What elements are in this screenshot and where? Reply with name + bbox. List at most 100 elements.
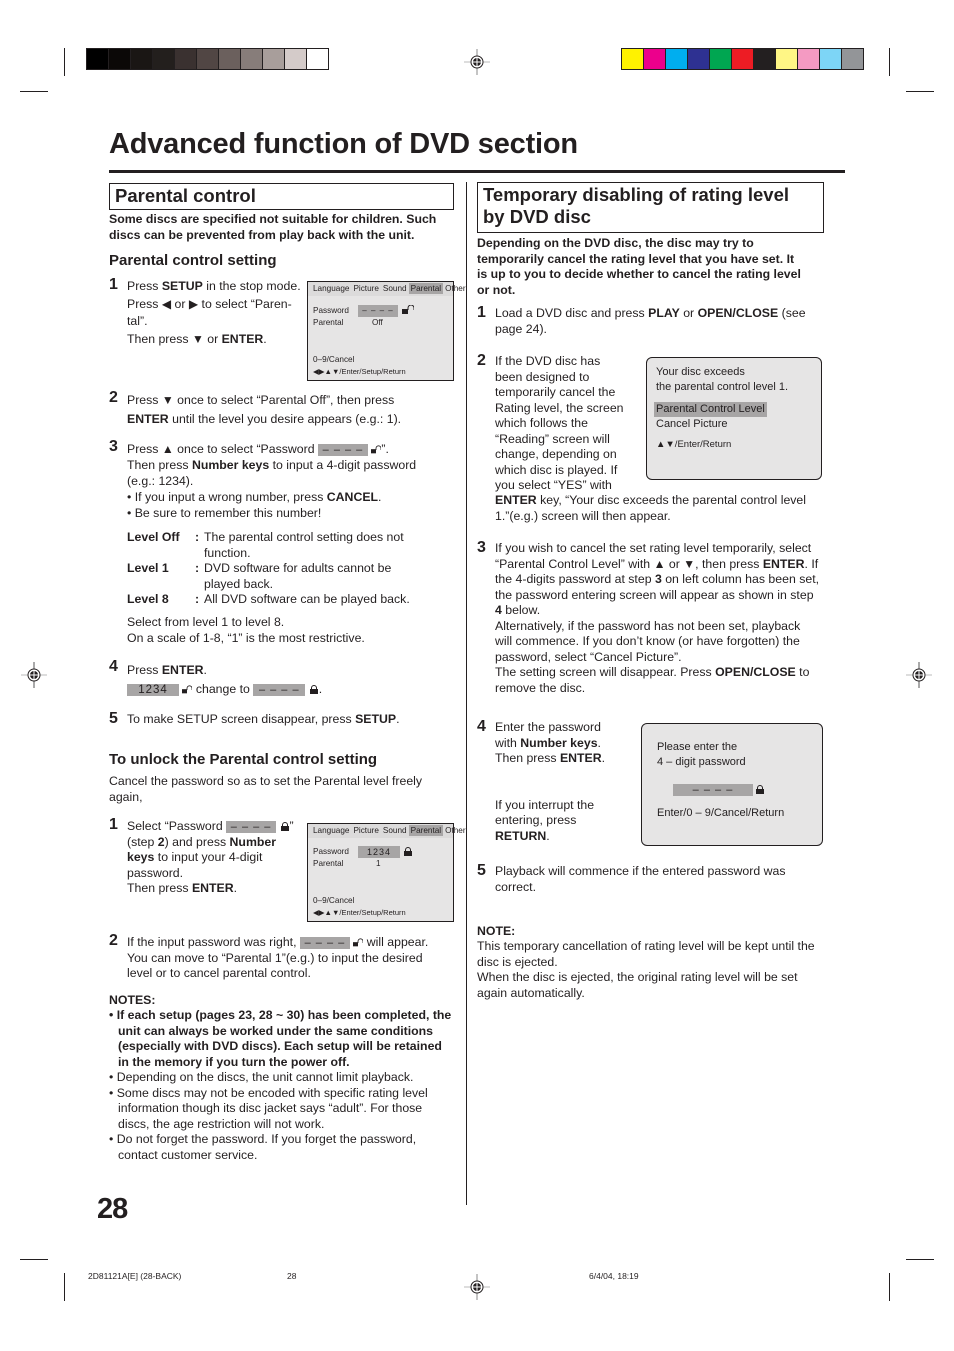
option-cancel-picture: Cancel Picture [656, 418, 728, 430]
step-4-text: Press ENTER. 1234 change to – – – – . [127, 663, 323, 696]
level-label: Level 1 [127, 561, 169, 575]
calibration-swatch [732, 49, 754, 69]
calibration-swatch [307, 49, 328, 69]
locked-icon [756, 785, 764, 794]
setup-menu-tabs: Language Picture Sound Parental Other [308, 824, 466, 838]
osd-message-line-2: 4 – digit password [657, 756, 746, 768]
right-arrow-icon: ▶ [188, 296, 199, 311]
note-item: • Depending on the discs, the unit canno… [109, 1070, 414, 1084]
calibration-swatch [219, 49, 241, 69]
calibration-swatch [197, 49, 219, 69]
calibration-swatch [710, 49, 732, 69]
osd-hint: Enter/0 – 9/Cancel/Return [657, 807, 785, 819]
footer-doc-code: 2D81121A[E] (28-BACK) [88, 1271, 182, 1281]
note-text: This temporary cancellation of rating le… [477, 939, 815, 1000]
footer-timestamp: 6/4/04, 18:19 [589, 1271, 639, 1281]
parental-control-section-header: Parental control [109, 183, 454, 210]
crop-mark [20, 1259, 48, 1260]
parental-value: 1 [376, 859, 381, 868]
level-label: Level Off [127, 530, 180, 544]
crop-mark [64, 1273, 65, 1301]
section-title-line-2: by DVD disc [483, 206, 591, 227]
tab-parental: Parental [408, 825, 444, 836]
crop-mark [889, 48, 890, 76]
step-number: 2 [109, 389, 118, 406]
column-divider [466, 182, 467, 1205]
level-desc: The parental control setting does not fu… [204, 530, 404, 560]
calibration-swatch [622, 49, 644, 69]
step-number: 5 [109, 710, 118, 727]
registration-mark-icon [464, 49, 490, 75]
locked-icon [309, 684, 318, 694]
calibration-swatch [263, 49, 285, 69]
step-1-text: Press SETUP in the stop mode. Press ◀ or… [127, 279, 301, 346]
password-field-sample: – – – – [226, 820, 277, 833]
note-heading: NOTE: [477, 924, 516, 938]
parental-label: Parental [313, 859, 344, 868]
calibration-swatch [798, 49, 820, 69]
registration-mark-icon [464, 1274, 490, 1300]
level-item: Level Off: The parental control setting d… [127, 530, 457, 561]
step-number: 3 [477, 539, 486, 556]
password-field-sample: 1234 [127, 683, 179, 696]
password-label: Password [313, 306, 349, 315]
step-5-text: To make SETUP screen disappear, press SE… [127, 712, 400, 726]
osd-hint-nav: ◀▶▲▼/Enter/Setup/Return [313, 367, 406, 376]
password-value: – – – – [358, 305, 398, 317]
tab-sound: Sound [382, 284, 407, 293]
calibration-swatch [842, 49, 863, 69]
step-number: 4 [477, 718, 486, 735]
calibration-swatch [644, 49, 666, 69]
down-arrow-icon: ▼ [161, 393, 174, 407]
step-number: 1 [109, 816, 118, 833]
calibration-swatch [688, 49, 710, 69]
level-item: Level 8: All DVD software can be played b… [127, 592, 457, 608]
step-number: 1 [477, 304, 486, 321]
r-step-3-text: If you wish to cancel the set rating lev… [495, 541, 820, 695]
tab-sound: Sound [382, 826, 407, 835]
crop-mark [889, 1273, 890, 1301]
color-calibration-bar [621, 48, 864, 70]
parental-intro: Some discs are specified not suitable fo… [109, 212, 437, 242]
calibration-swatch [285, 49, 307, 69]
password-input[interactable]: – – – – [673, 784, 753, 796]
password-label: Password [313, 847, 349, 856]
r-step-5-text: Playback will commence if the entered pa… [495, 864, 786, 894]
unlock-heading: To unlock the Parental control setting [109, 751, 378, 768]
option-parental-control-level: Parental Control Level [654, 402, 767, 417]
password-field-sample: – – – – [317, 443, 368, 456]
title-rule [109, 170, 845, 173]
notes-list: • If each setup (pages 23, 28 ~ 30) has … [109, 1008, 455, 1163]
tab-language: Language [313, 284, 350, 293]
up-arrow-icon: ▲ [653, 556, 666, 571]
level-list: Level Off: The parental control setting d… [127, 530, 457, 608]
unlocked-icon [402, 305, 414, 314]
r-step-4-text: Enter the password with Number keys. The… [495, 720, 606, 843]
notes-heading: NOTES: [109, 993, 156, 1007]
down-arrow-icon: ▼ [191, 331, 204, 346]
osd-hint-nav: ◀▶▲▼/Enter/Setup/Return [313, 908, 406, 917]
note-item: • If each setup (pages 23, 28 ~ 30) has … [109, 1008, 452, 1069]
osd-message-line-2: the parental control level 1. [656, 381, 789, 393]
calibration-swatch [776, 49, 798, 69]
footer-page: 28 [287, 1271, 297, 1281]
parental-setting-heading: Parental control setting [109, 252, 277, 269]
step-number: 4 [109, 658, 118, 675]
step-number: 3 [109, 438, 118, 455]
level-note: Select from level 1 to level 8. On a sca… [127, 615, 365, 645]
password-entry-screen: Please enter the 4 – digit password – – … [641, 723, 823, 846]
registration-mark-icon [21, 662, 47, 688]
r-step-1-text: Load a DVD disc and press PLAY or OPEN/C… [495, 306, 806, 336]
temporary-intro: Depending on the DVD disc, the disc may … [477, 236, 801, 297]
setup-menu-tabs: Language Picture Sound Parental Other [308, 282, 466, 296]
section-title-line-1: Temporary disabling of rating level [483, 184, 789, 205]
osd-hint-numbers: 0–9/Cancel [313, 896, 355, 905]
level-label: Level 8 [127, 592, 169, 606]
unlock-intro: Cancel the password so as to set the Par… [109, 774, 423, 804]
disc-exceeds-level-screen: Your disc exceeds the parental control l… [646, 357, 822, 480]
crop-mark [20, 91, 48, 92]
page-title: Advanced function of DVD section [109, 128, 578, 160]
step-2-text: Press ▼ once to select “Parental Off”, t… [127, 393, 402, 426]
calibration-swatch [109, 49, 131, 69]
registration-mark-icon [906, 662, 932, 688]
